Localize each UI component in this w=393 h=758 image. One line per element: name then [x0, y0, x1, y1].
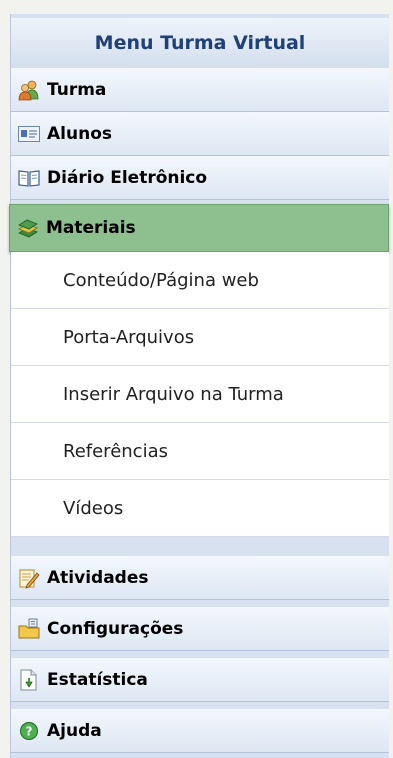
menu-item-estatistica[interactable]: Estatística [11, 658, 389, 702]
id-card-icon [17, 123, 41, 145]
svg-text:?: ? [26, 724, 33, 738]
submenu-item-label: Referências [63, 440, 168, 462]
submenu-item-conteudo-pagina-web[interactable]: Conteúdo/Página web [11, 252, 389, 309]
menu-item-diario-eletronico[interactable]: Diário Eletrônico [11, 156, 389, 200]
menu-item-atividades[interactable]: Atividades [11, 556, 389, 600]
books-stack-icon [16, 217, 40, 239]
menu-item-turma[interactable]: Turma [11, 68, 389, 112]
menu-item-label: Alunos [47, 123, 112, 144]
folder-settings-icon [17, 618, 41, 640]
book-icon [17, 167, 41, 189]
menu-header: Menu Turma Virtual [11, 18, 389, 68]
menu-item-materiais[interactable]: Materiais [9, 204, 389, 252]
submenu-item-label: Conteúdo/Página web [63, 269, 259, 291]
menu-item-label: Estatística [47, 669, 148, 690]
help-icon: ? [17, 720, 41, 742]
menu-item-label: Configurações [47, 618, 184, 639]
submenu-item-referencias[interactable]: Referências [11, 423, 389, 480]
menu-title: Menu Turma Virtual [94, 32, 306, 54]
edit-icon [17, 567, 41, 589]
virtual-class-menu: Menu Turma Virtual Turma Alunos Diário E… [9, 14, 389, 758]
menu-item-label: Ajuda [47, 720, 102, 741]
submenu-item-inserir-arquivo[interactable]: Inserir Arquivo na Turma [11, 366, 389, 423]
menu-item-label: Atividades [47, 567, 149, 588]
menu-item-label: Materiais [46, 218, 136, 238]
submenu-item-porta-arquivos[interactable]: Porta-Arquivos [11, 309, 389, 366]
document-download-icon [17, 669, 41, 691]
menu-item-alunos[interactable]: Alunos [11, 112, 389, 156]
submenu-item-label: Porta-Arquivos [63, 326, 195, 348]
submenu-item-videos[interactable]: Vídeos [11, 480, 389, 537]
menu-item-label: Diário Eletrônico [47, 167, 208, 188]
people-icon [17, 79, 41, 101]
submenu-item-label: Vídeos [63, 497, 124, 519]
submenu-item-label: Inserir Arquivo na Turma [63, 383, 284, 405]
menu-item-ajuda[interactable]: ? Ajuda [11, 709, 389, 753]
menu-item-configuracoes[interactable]: Configurações [11, 607, 389, 651]
menu-item-label: Turma [47, 79, 107, 100]
